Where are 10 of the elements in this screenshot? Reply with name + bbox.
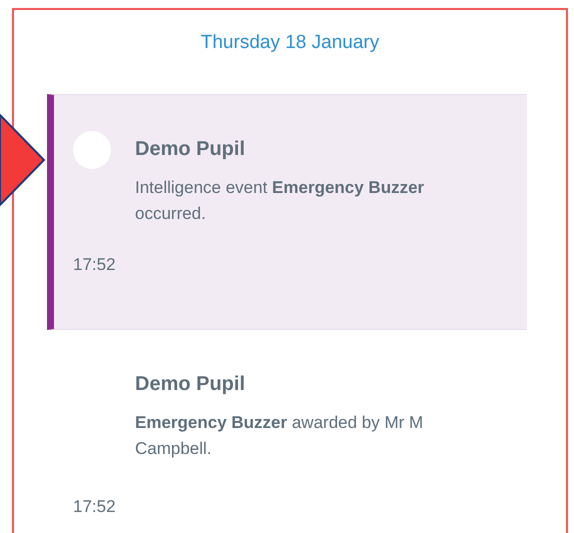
date-heading: Thursday 18 January bbox=[200, 32, 380, 54]
event-card[interactable]: Demo Pupil Emergency Buzzer awarded by Mr M Campbell. 17:52 bbox=[47, 330, 527, 533]
event-time: 17:52 bbox=[73, 497, 116, 517]
event-text: Emergency Buzzer awarded by Mr M Campbell. bbox=[135, 412, 424, 460]
pupil-name: Demo Pupil bbox=[135, 373, 246, 396]
pointer-arrow-icon bbox=[0, 114, 46, 206]
pupil-name: Demo Pupil bbox=[135, 138, 246, 161]
event-time: 17:52 bbox=[73, 255, 116, 275]
event-text: Intelligence event Emergency Buzzer occurred. bbox=[135, 177, 426, 225]
event-card[interactable]: Demo Pupil Intelligence event Emergency Buzzer occurred. 17:52 bbox=[47, 94, 527, 330]
